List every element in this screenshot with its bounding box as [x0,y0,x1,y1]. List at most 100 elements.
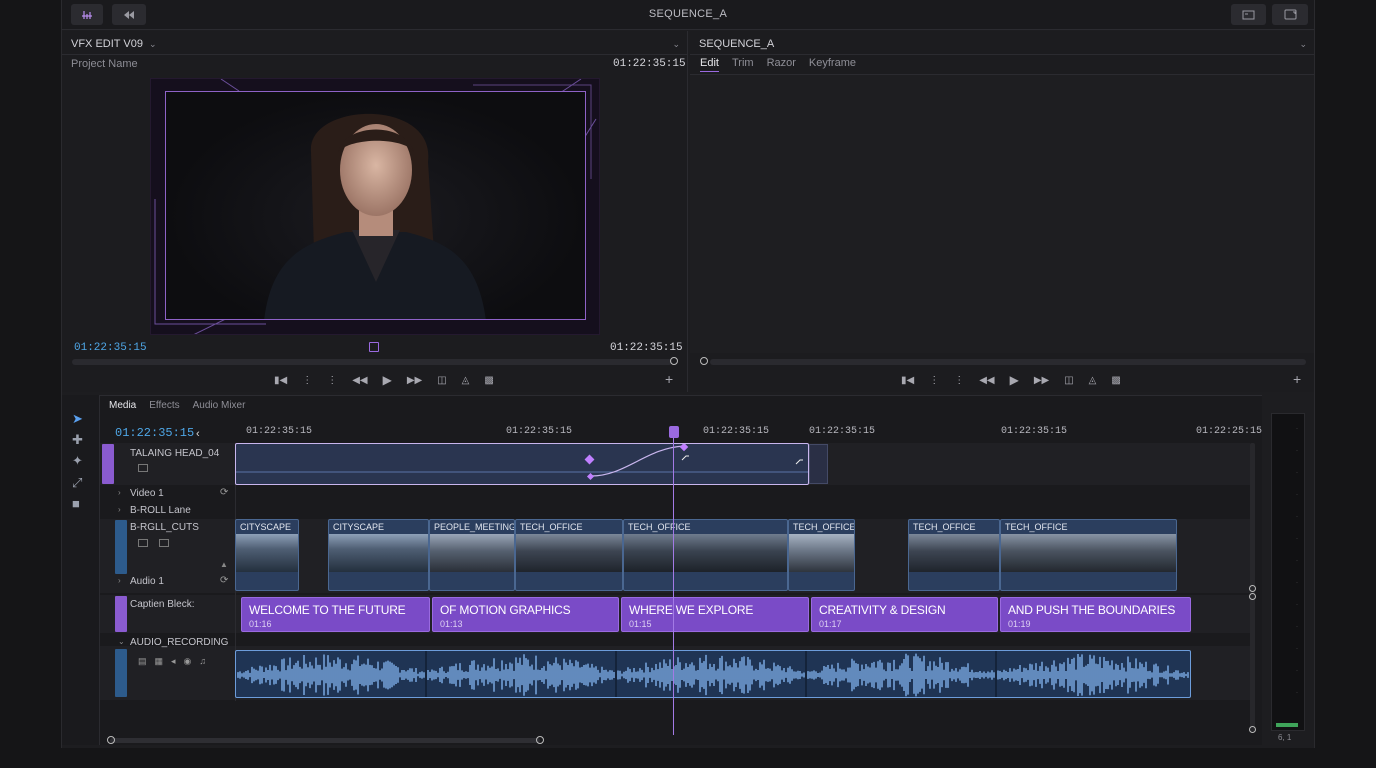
mark-in-icon[interactable]: ⋮ [929,375,939,386]
hscroll-end-handle[interactable] [536,736,544,744]
step-forward-icon[interactable]: ▶▶ [1034,375,1049,386]
export-frame-icon[interactable]: ▩ [484,375,493,386]
collapse-icon[interactable]: ‹ [196,428,200,440]
step-forward-icon[interactable]: ▶▶ [407,375,422,386]
tab-trim[interactable]: Trim [732,57,754,72]
window-title: SEQUENCE_A [648,8,728,20]
caption-clip[interactable]: CREATIVITY & DESIGN 01:17 [811,597,998,632]
go-to-in-icon[interactable]: ▮◀ [901,375,914,386]
lift-icon[interactable]: ◫ [1064,375,1073,386]
tab-effects[interactable]: Effects [149,400,179,413]
broll-clip[interactable]: CITYSCAPE [328,519,429,591]
program-monitor: SEQUENCE_A ⌄ Edit Trim Razor Keyframe ▮◀… [690,31,1314,392]
program-scrub-bar[interactable] [710,359,1306,365]
program-viewer[interactable] [690,75,1314,353]
broll-clip[interactable]: CITYSCAPE [235,519,299,591]
chevron-down-icon[interactable]: ⌄ [149,39,157,50]
ripple-edit-icon[interactable]: ✦ [72,453,83,469]
program-scrub-start[interactable] [700,357,708,365]
razor-tool-icon[interactable]: ■ [72,496,80,511]
extract-icon[interactable]: ◬ [1089,375,1097,386]
caption-clip[interactable]: WELCOME TO THE FUTURE 01:16 [241,597,430,632]
caption-clip[interactable]: AND PUSH THE BOUNDARIES 01:19 [1000,597,1191,632]
chevron-down-icon[interactable]: ⌄ [1299,39,1307,50]
export-frame-icon[interactable]: ▩ [1111,375,1120,386]
mark-out-icon[interactable]: ⋮ [327,375,337,386]
source-transport: ▮◀ ⋮ ⋮ ◀◀ ▶ ▶▶ ◫ ◬ ▩ [274,373,494,387]
talking-head-clip-extension[interactable] [809,444,828,484]
tab-edit[interactable]: Edit [700,57,719,72]
clip-thumbnail [624,534,787,572]
track-name-broll-lane[interactable]: B-ROLL Lane [130,505,191,516]
single-view-button[interactable] [1231,4,1266,25]
step-back-icon[interactable]: ◀◀ [979,375,994,386]
slip-tool-icon[interactable]: ⤢ [72,475,82,491]
hscroll-start-handle[interactable] [107,736,115,744]
talking-head-clip[interactable] [235,443,809,485]
broll-clip[interactable]: PEOPLE_MEETING [429,519,515,591]
scrub-end-handle[interactable] [670,357,678,365]
playhead-handle[interactable] [669,426,679,438]
sync-icon[interactable]: ⟳ [220,487,228,498]
audio-clip[interactable] [235,650,1191,698]
clip-icon[interactable] [138,539,148,547]
broll-clip[interactable]: TECH_OFFICE [515,519,623,591]
track-color-swatch [115,520,127,574]
track-select-icon[interactable]: ✚ [72,432,83,448]
safe-frame [165,91,586,320]
overwrite-icon[interactable]: ◬ [462,375,470,386]
play-icon[interactable]: ▶ [1010,373,1019,387]
horizontal-scrollbar[interactable] [110,738,540,743]
caption-clip[interactable]: WHERE WE EXPLORE 01:15 [621,597,809,632]
play-icon[interactable]: ▶ [383,373,392,387]
tab-keyframe[interactable]: Keyframe [809,57,856,72]
broll-clip[interactable]: TECH_OFFICE [908,519,1000,591]
step-back-icon[interactable]: ◀◀ [352,375,367,386]
lock-icon[interactable]: ▲ [220,560,228,569]
selection-tool-icon[interactable]: ➤ [72,411,83,427]
image-icon[interactable] [159,539,169,547]
program-transport: ▮◀ ⋮ ⋮ ◀◀ ▶ ▶▶ ◫ ◬ ▩ [901,373,1121,387]
track-name-video1[interactable]: Video 1 [130,488,164,499]
scroll-handle-mid[interactable] [1249,593,1256,600]
track-name-audio-recording[interactable]: AUDIO_RECORDING [130,637,228,648]
ruler-tick-label: 01:22:35:15 [703,426,770,437]
tab-razor[interactable]: Razor [767,57,796,72]
fullscreen-button[interactable] [1272,4,1308,25]
ruler-tick-label: 01:22:35:15 [809,426,876,437]
insert-icon[interactable]: ◫ [437,375,446,386]
source-scrub-bar[interactable] [72,359,672,365]
scroll-handle-bottom[interactable] [1249,726,1256,733]
expand-icon[interactable]: › [118,505,121,514]
expand-icon[interactable]: › [118,576,121,585]
track-name-caption[interactable]: Captien Bleck: [130,599,194,610]
tab-audio-mixer[interactable]: Audio Mixer [193,400,246,413]
caption-clip[interactable]: OF MOTION GRAPHICS 01:13 [432,597,619,632]
broll-clip[interactable]: TECH_OFFICE [788,519,855,591]
mark-out-icon[interactable]: ⋮ [954,375,964,386]
video-track-icon[interactable] [138,464,148,472]
collapse-track-icon[interactable]: ⌄ [118,637,125,646]
audio-track-controls-icon[interactable]: ▤▦◂◉♫ [138,656,214,667]
broll-clip[interactable]: TECH_OFFICE [623,519,788,591]
sync-icon[interactable]: ⟳ [220,575,228,586]
scroll-handle-top[interactable] [1249,585,1256,592]
mark-in-icon[interactable]: ⋮ [302,375,312,386]
add-button[interactable]: + [1293,371,1301,387]
playhead-marker[interactable] [369,342,379,352]
video-preview[interactable] [150,78,600,335]
tab-media[interactable]: Media [109,400,136,413]
program-monitor-header: SEQUENCE_A ⌄ [690,31,1314,55]
expand-icon[interactable]: › [118,488,121,497]
panel-menu-chevron-icon[interactable]: ⌄ [672,39,680,50]
go-to-in-icon[interactable]: ▮◀ [274,375,287,386]
clip-thumbnail [430,534,514,572]
timeline-timecode[interactable]: 01:22:35:15 [115,426,194,440]
program-title: SEQUENCE_A [699,38,775,50]
track-name-audio1[interactable]: Audio 1 [130,576,164,587]
time-ruler[interactable]: 01:22:35:15 01:22:35:15 01:22:35:15 01:2… [236,422,1262,442]
track-name-talking-head[interactable]: TALAING HEAD_04 [130,448,219,459]
add-button[interactable]: + [665,371,673,387]
broll-clip[interactable]: TECH_OFFICE [1000,519,1177,591]
track-name-broll-cuts[interactable]: B-RGLL_CUTS [130,522,199,533]
